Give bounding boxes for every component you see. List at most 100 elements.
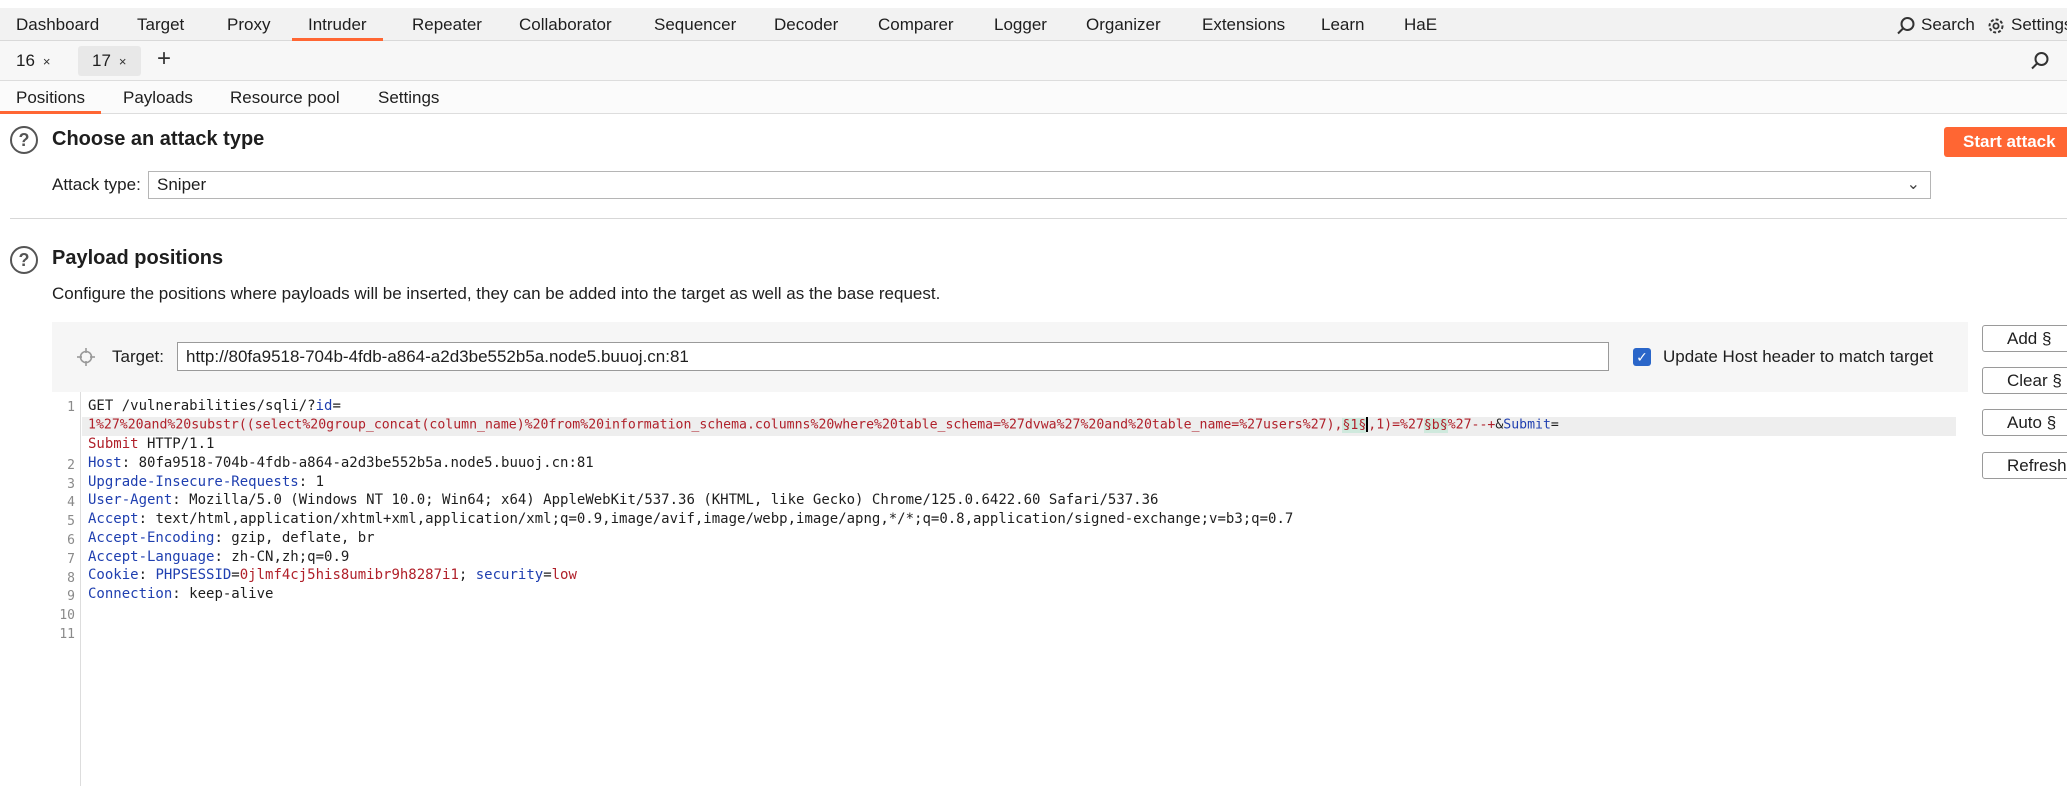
menu-organizer[interactable]: Organizer xyxy=(1070,8,1177,41)
header-name: Connection xyxy=(88,586,173,602)
cookie-value: 0jlmf4cj5his8umibr9h8287i1 xyxy=(239,567,459,583)
search-label: Search xyxy=(1921,15,1975,34)
update-host-checkbox[interactable]: ✓ xyxy=(1633,348,1651,366)
request-line-payload: 1%27%20and%20substr((select%20group_conc… xyxy=(88,417,1559,433)
gear-icon xyxy=(1988,18,2004,34)
top-menu-bar: Dashboard Target Proxy Intruder Repeater… xyxy=(0,8,2067,41)
header-value: keep-alive xyxy=(180,586,274,602)
line-number: 6 xyxy=(67,533,75,548)
settings-label: Settings xyxy=(2011,15,2067,34)
intruder-tab-row: 16 × 17 × + xyxy=(0,41,2067,81)
header-accept: Accept: text/html,application/xhtml+xml,… xyxy=(88,511,1294,527)
header-user-agent: User-Agent: Mozilla/5.0 (Windows NT 10.0… xyxy=(88,492,1159,508)
cookie-separator: ; xyxy=(458,567,476,583)
header-host: Host: 80fa9518-704b-4fdb-a864-a2d3be552b… xyxy=(88,455,594,471)
payload-positions-title: Payload positions xyxy=(52,247,224,269)
param-equals: = xyxy=(1550,417,1559,433)
attack-type-label: Attack type: xyxy=(52,175,141,194)
header-name: Cookie xyxy=(88,567,139,583)
clear-marker-button[interactable]: Clear § xyxy=(1982,367,2067,394)
header-name: Accept-Language xyxy=(88,549,215,565)
param-key: Submit xyxy=(1503,417,1551,433)
param-key: id xyxy=(315,398,333,414)
cookie-equals: = xyxy=(231,567,240,583)
menu-logger[interactable]: Logger xyxy=(978,8,1063,41)
line-number: 7 xyxy=(67,552,75,567)
section-divider xyxy=(10,218,2067,219)
menu-sequencer[interactable]: Sequencer xyxy=(638,8,752,41)
request-line-protocol: Submit HTTP/1.1 xyxy=(88,436,214,452)
intruder-tab-16[interactable]: 16 × xyxy=(2,46,65,76)
menu-proxy[interactable]: Proxy xyxy=(211,8,286,41)
payload-positions-description: Configure the positions where payloads w… xyxy=(52,284,941,303)
header-value: zh-CN,zh;q=0.9 xyxy=(222,549,350,565)
payload-marker: §1§ xyxy=(1342,417,1367,433)
menu-decoder[interactable]: Decoder xyxy=(758,8,854,41)
param-value: 1%27%20and%20substr((select%20group_conc… xyxy=(88,417,1343,433)
menu-intruder[interactable]: Intruder xyxy=(292,8,383,41)
payload-marker: §b§ xyxy=(1423,417,1448,433)
intruder-tab-17[interactable]: 17 × xyxy=(78,46,141,76)
menu-learn[interactable]: Learn xyxy=(1305,8,1380,41)
menu-repeater[interactable]: Repeater xyxy=(396,8,498,41)
chevron-down-icon: ⌄ xyxy=(1906,176,1920,193)
line-number: 3 xyxy=(67,477,75,492)
header-accept-encoding: Accept-Encoding: gzip, deflate, br xyxy=(88,530,375,546)
menu-dashboard[interactable]: Dashboard xyxy=(0,8,115,41)
attack-type-select[interactable]: Sniper ⌄ xyxy=(148,171,1931,199)
menu-comparer[interactable]: Comparer xyxy=(862,8,970,41)
header-name: Upgrade-Insecure-Requests xyxy=(88,474,299,490)
tab-positions[interactable]: Positions xyxy=(0,81,101,114)
help-icon[interactable]: ? xyxy=(10,246,38,274)
line-number: 5 xyxy=(67,514,75,529)
header-upgrade-insecure-requests: Upgrade-Insecure-Requests: 1 xyxy=(88,474,325,490)
close-icon[interactable]: × xyxy=(119,54,127,69)
param-value: Submit xyxy=(88,436,139,452)
tab-payloads[interactable]: Payloads xyxy=(107,81,209,114)
tab-settings[interactable]: Settings xyxy=(362,81,455,114)
menu-extensions[interactable]: Extensions xyxy=(1186,8,1301,41)
header-name: Host xyxy=(88,455,122,471)
header-name: Accept xyxy=(88,511,139,527)
header-name: User-Agent xyxy=(88,492,173,508)
auto-marker-button[interactable]: Auto § xyxy=(1982,409,2067,436)
header-cookie: Cookie: PHPSESSID=0jlmf4cj5his8umibr9h82… xyxy=(88,567,577,583)
attack-type-title: Choose an attack type xyxy=(52,128,265,150)
header-value: gzip, deflate, br xyxy=(222,530,375,546)
refresh-button[interactable]: Refresh xyxy=(1982,452,2067,479)
crosshair-icon xyxy=(77,348,95,366)
global-settings-button[interactable]: Settings xyxy=(1986,8,2067,41)
close-icon[interactable]: × xyxy=(43,54,51,69)
update-host-label: Update Host header to match target xyxy=(1663,347,1934,366)
header-value: 80fa9518-704b-4fdb-a864-a2d3be552b5a.nod… xyxy=(130,455,594,471)
menu-collaborator[interactable]: Collaborator xyxy=(503,8,628,41)
tab-label: 17 xyxy=(92,51,111,70)
add-marker-button[interactable]: Add § xyxy=(1982,325,2067,352)
search-icon[interactable] xyxy=(2030,51,2050,71)
param-equals: = xyxy=(332,398,341,414)
tab-resource-pool[interactable]: Resource pool xyxy=(214,81,356,114)
add-tab-button[interactable]: + xyxy=(157,44,171,74)
line-number: 9 xyxy=(67,589,75,604)
header-value: 1 xyxy=(307,474,325,490)
param-value: ,1)=%27 xyxy=(1368,417,1424,433)
search-icon xyxy=(1897,16,1915,34)
menu-hae[interactable]: HaE xyxy=(1388,8,1453,41)
request-editor[interactable] xyxy=(52,392,1968,786)
target-label: Target: xyxy=(112,347,164,366)
param-value: %27--+ xyxy=(1447,417,1496,433)
help-icon[interactable]: ? xyxy=(10,126,38,154)
global-search-button[interactable]: Search xyxy=(1896,8,1975,41)
line-number: 11 xyxy=(59,627,75,642)
start-attack-button[interactable]: Start attack xyxy=(1944,127,2067,157)
http-version: HTTP/1.1 xyxy=(138,436,215,452)
line-number: 8 xyxy=(67,571,75,586)
intruder-sub-tabs: Positions Payloads Resource pool Setting… xyxy=(0,81,2067,114)
header-value: Mozilla/5.0 (Windows NT 10.0; Win64; x64… xyxy=(180,492,1159,508)
line-number: 4 xyxy=(67,495,75,510)
request-line: GET /vulnerabilities/sqli/?id= xyxy=(88,398,341,414)
header-accept-language: Accept-Language: zh-CN,zh;q=0.9 xyxy=(88,549,350,565)
menu-target[interactable]: Target xyxy=(121,8,200,41)
target-url-input[interactable]: http://80fa9518-704b-4fdb-a864-a2d3be552… xyxy=(177,342,1609,371)
header-name: Accept-Encoding xyxy=(88,530,215,546)
